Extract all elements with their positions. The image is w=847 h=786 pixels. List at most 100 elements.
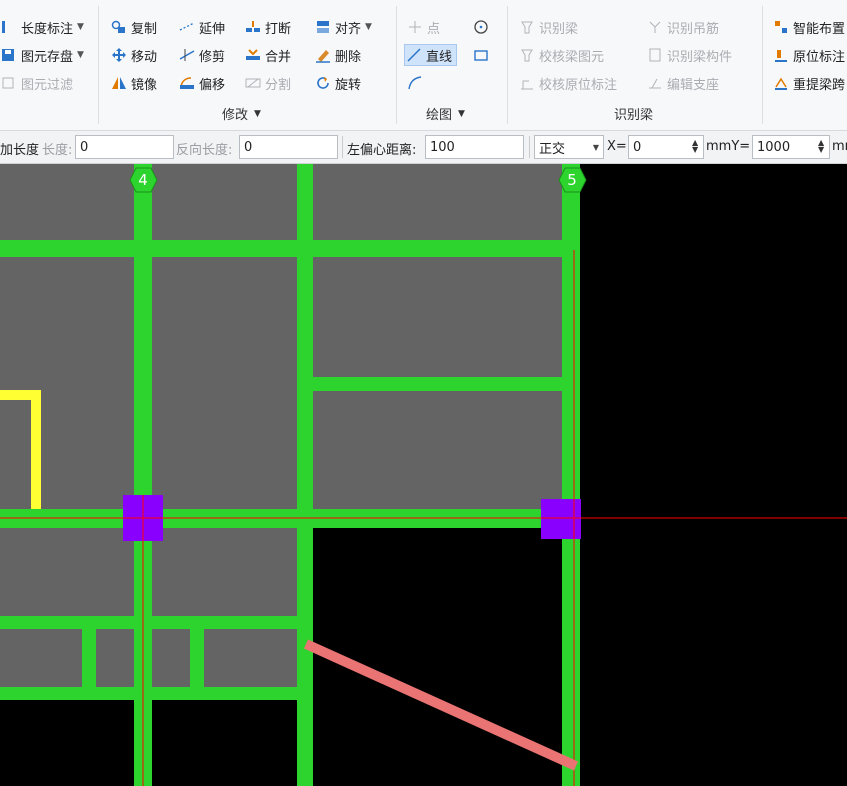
x-label: X= bbox=[607, 139, 627, 154]
left-offset-label: 左偏心距离: bbox=[347, 143, 417, 158]
y-spinner-icon[interactable]: ▲ ▼ bbox=[818, 139, 824, 154]
extend-button[interactable]: 延伸 bbox=[178, 16, 225, 38]
x-spinner-icon[interactable]: ▲ ▼ bbox=[692, 139, 698, 154]
rectangle-icon bbox=[472, 46, 490, 64]
slab[interactable] bbox=[313, 257, 562, 377]
beam[interactable] bbox=[313, 377, 562, 391]
edit-support-label: 编辑支座 bbox=[667, 77, 720, 93]
element-filter-button[interactable]: 图元过滤 bbox=[0, 72, 73, 94]
axis-label-4: 4 bbox=[138, 171, 148, 189]
beam[interactable] bbox=[0, 240, 580, 257]
beam-member-icon bbox=[646, 46, 664, 64]
slab[interactable] bbox=[0, 528, 134, 616]
drawn-line[interactable] bbox=[303, 639, 579, 771]
beam[interactable] bbox=[297, 164, 313, 786]
slab[interactable] bbox=[313, 391, 562, 509]
merge-button[interactable]: 合并 bbox=[244, 44, 291, 66]
beam-icon bbox=[518, 18, 536, 36]
slab[interactable] bbox=[0, 257, 134, 509]
offset-button[interactable]: 偏移 bbox=[178, 72, 225, 94]
slab[interactable] bbox=[152, 164, 297, 240]
copy-button[interactable]: 复制 bbox=[110, 16, 157, 38]
line-icon bbox=[405, 46, 423, 64]
chevron-down-icon: ▼ bbox=[365, 22, 372, 32]
slab[interactable] bbox=[0, 164, 134, 240]
modify-group-label[interactable]: 修改 ▼ bbox=[222, 104, 261, 123]
beam[interactable] bbox=[562, 164, 580, 786]
check-beam-icon bbox=[518, 46, 536, 64]
arc-button[interactable] bbox=[406, 72, 427, 94]
line-label: 直线 bbox=[426, 49, 453, 65]
identify-beam-label: 识别梁 bbox=[539, 21, 579, 37]
smart-layout-button[interactable]: 智能布置 bbox=[772, 16, 845, 38]
point-button[interactable]: 点 bbox=[406, 16, 440, 38]
toolbar-separator bbox=[529, 136, 530, 158]
length-mark-button[interactable]: 长度标注 ▼ bbox=[0, 16, 84, 38]
trim-label: 修剪 bbox=[199, 49, 226, 65]
beam[interactable] bbox=[0, 687, 313, 700]
save-icon bbox=[0, 46, 18, 64]
line-button[interactable]: 直线 bbox=[404, 44, 458, 66]
align-icon bbox=[314, 18, 332, 36]
element-save-button[interactable]: 图元存盘 ▼ bbox=[0, 44, 84, 66]
plan-drawing[interactable] bbox=[0, 164, 847, 786]
delete-button[interactable]: 删除 bbox=[314, 44, 361, 66]
mirror-button[interactable]: 镜像 bbox=[110, 72, 157, 94]
group-separator bbox=[762, 6, 763, 124]
draw-group-label[interactable]: 绘图 ▼ bbox=[426, 104, 465, 123]
length-label: 长度: bbox=[42, 143, 73, 158]
break-icon bbox=[244, 18, 262, 36]
slab[interactable] bbox=[313, 164, 562, 240]
identify-hanger-label: 识别吊筋 bbox=[667, 21, 720, 37]
slab[interactable] bbox=[152, 528, 297, 616]
split-label: 分割 bbox=[265, 77, 292, 93]
identify-hanger-button[interactable]: 识别吊筋 bbox=[646, 16, 719, 38]
length-input[interactable] bbox=[75, 135, 174, 159]
break-button[interactable]: 打断 bbox=[244, 16, 291, 38]
circle-button[interactable] bbox=[472, 16, 493, 38]
copy-icon bbox=[110, 18, 128, 36]
re-extract-span-label: 重提梁跨 bbox=[793, 77, 846, 93]
rectangle-button[interactable] bbox=[472, 44, 493, 66]
rotate-button[interactable]: 旋转 bbox=[314, 72, 361, 94]
point-label: 点 bbox=[427, 21, 441, 37]
delete-label: 删除 bbox=[335, 49, 362, 65]
rotate-icon bbox=[314, 74, 332, 92]
identify-beam-button[interactable]: 识别梁 bbox=[518, 16, 578, 38]
align-button[interactable]: 对齐 ▼ bbox=[314, 16, 372, 38]
beam[interactable] bbox=[0, 616, 313, 629]
merge-icon bbox=[244, 46, 262, 64]
check-beam-elements-label: 校核梁图元 bbox=[539, 49, 605, 65]
mode-select[interactable]: 正交 ▼ bbox=[534, 135, 604, 159]
chevron-down-icon: ▼ bbox=[458, 108, 465, 119]
re-extract-span-button[interactable]: 重提梁跨 bbox=[772, 72, 845, 94]
draw-group-text: 绘图 bbox=[426, 108, 453, 123]
beam[interactable] bbox=[82, 616, 96, 700]
trim-icon bbox=[178, 46, 196, 64]
check-original-marks-label: 校核原位标注 bbox=[539, 77, 618, 93]
slab[interactable] bbox=[204, 629, 297, 687]
split-button[interactable]: 分割 bbox=[244, 72, 291, 94]
check-beam-elements-button[interactable]: 校核梁图元 bbox=[518, 44, 604, 66]
filter-icon bbox=[0, 74, 18, 92]
trim-button[interactable]: 修剪 bbox=[178, 44, 225, 66]
slab[interactable] bbox=[0, 629, 82, 687]
chevron-down-icon: ▼ bbox=[77, 22, 84, 32]
move-button[interactable]: 移动 bbox=[110, 44, 157, 66]
check-original-marks-button[interactable]: 校核原位标注 bbox=[518, 72, 617, 94]
original-mark-button[interactable]: 原位标注 bbox=[772, 44, 845, 66]
slab[interactable] bbox=[96, 629, 134, 687]
drawing-canvas[interactable]: 4 5 bbox=[0, 164, 847, 786]
column[interactable] bbox=[541, 499, 581, 539]
slab[interactable] bbox=[152, 257, 297, 509]
left-offset-input[interactable] bbox=[425, 135, 524, 159]
slab[interactable] bbox=[152, 629, 190, 687]
eraser-icon bbox=[314, 46, 332, 64]
edit-support-button[interactable]: 编辑支座 bbox=[646, 72, 719, 94]
reverse-length-input[interactable] bbox=[239, 135, 338, 159]
copy-label: 复制 bbox=[131, 21, 158, 37]
identify-beam-members-label: 识别梁构件 bbox=[667, 49, 733, 65]
element-save-label: 图元存盘 bbox=[21, 49, 74, 65]
beam[interactable] bbox=[190, 616, 204, 700]
identify-beam-members-button[interactable]: 识别梁构件 bbox=[646, 44, 732, 66]
